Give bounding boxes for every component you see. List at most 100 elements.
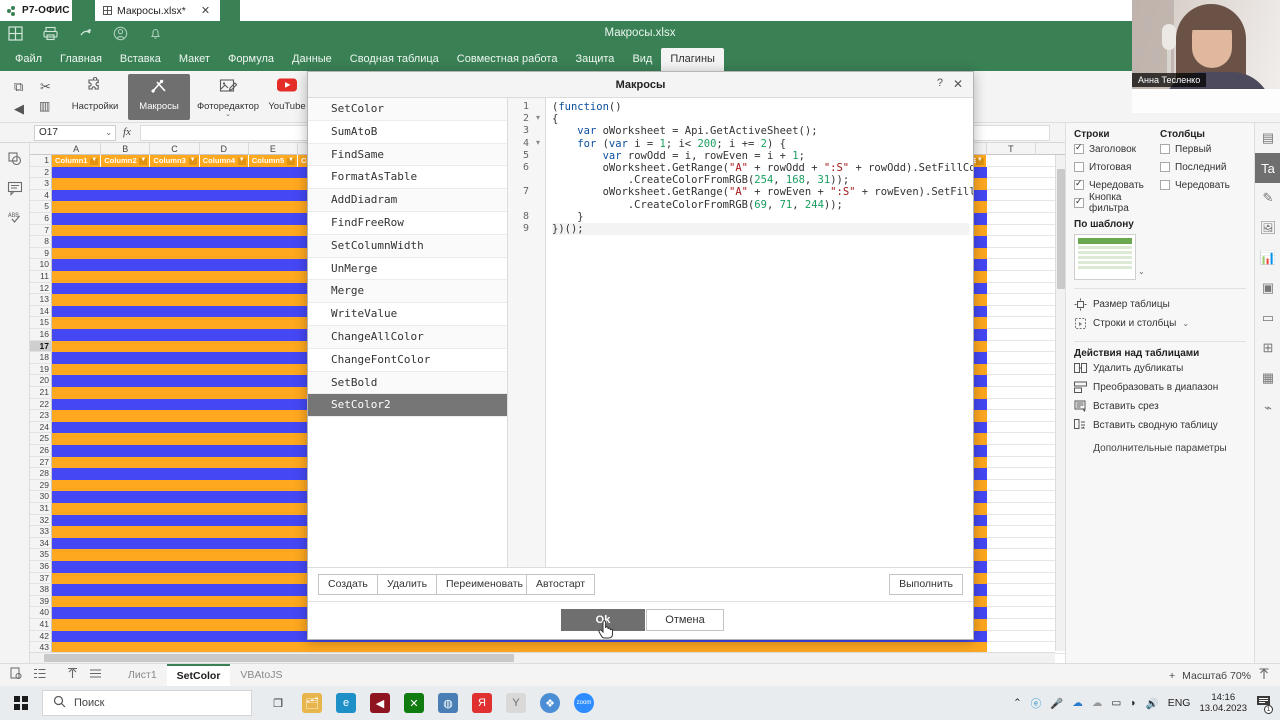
ok-button[interactable]: Ok [561,609,645,631]
row-header-7[interactable]: 7 [30,225,52,237]
filter-dropdown-icon[interactable]: ▼ [90,157,99,165]
row-header-34[interactable]: 34 [30,538,52,550]
fit-to-screen-icon[interactable] [1258,668,1270,683]
vertical-scrollbar[interactable] [1055,155,1065,651]
row-header-23[interactable]: 23 [30,410,52,422]
sparkline-icon[interactable]: ⌁ [1255,393,1280,423]
row-header-10[interactable]: 10 [30,259,52,271]
zoom-plus-icon[interactable]: + [1169,670,1175,682]
checkbox-icon[interactable] [1074,196,1084,208]
slicer-settings-icon[interactable]: ▦ [1255,363,1280,393]
checkbox-icon[interactable] [1074,162,1084,172]
row-header-33[interactable]: 33 [30,526,52,538]
table-header-cell[interactable]: Column4 ▼ [199,155,249,167]
menu-item-file[interactable]: Файл [6,49,51,71]
checkbox-row-header[interactable]: Заголовок [1074,140,1160,158]
row-header-14[interactable]: 14 [30,306,52,318]
table-settings-icon[interactable]: Ta [1255,153,1280,183]
chevron-down-icon[interactable]: ⌄ [1182,319,1189,328]
row-header-40[interactable]: 40 [30,607,52,619]
shape-settings-icon[interactable]: ▣ [1255,273,1280,303]
row-header-17[interactable]: 17 [30,340,52,353]
filter-dropdown-icon[interactable]: ▼ [139,157,148,165]
red-app-icon[interactable]: ◀ [370,693,390,713]
copy-icon[interactable]: ⧉ [14,79,23,95]
row-header-39[interactable]: 39 [30,596,52,608]
row-header-27[interactable]: 27 [30,457,52,469]
menu-item-formula[interactable]: Формула [219,49,283,71]
column-header-B[interactable]: B [101,143,151,155]
notifications-icon[interactable]: 1 [1256,695,1273,714]
row-header-38[interactable]: 38 [30,584,52,596]
row-header-19[interactable]: 19 [30,364,52,376]
checkbox-row-total[interactable]: Итоговая [1074,158,1160,176]
remove-duplicates-item[interactable]: Удалить дубликаты [1074,359,1246,378]
checkbox-icon[interactable] [1160,180,1170,190]
checkbox-icon[interactable] [1160,144,1170,154]
macro-list-item[interactable]: AddDiadram [308,189,507,212]
menu-item-pivot-table[interactable]: Сводная таблица [341,49,448,71]
onedrive-icon[interactable]: ☁ [1072,697,1083,709]
ribbon-button-settings[interactable]: Настройки [64,74,126,120]
checkbox-col-first[interactable]: Первый [1160,140,1246,158]
row-header-2[interactable]: 2 [30,167,52,179]
rows-columns-item[interactable]: Строки и столбцы ⌄ [1074,314,1246,333]
code-fold-icon[interactable]: ▾ [536,138,540,147]
run-macro-button[interactable]: Выполнить [889,574,963,595]
column-header-E[interactable]: E [249,143,298,155]
code-fold-icon[interactable]: ▾ [536,113,540,122]
filter-dropdown-icon[interactable]: ▼ [237,157,246,165]
menu-item-layout[interactable]: Макет [170,49,219,71]
zoom-icon[interactable]: zoom [574,693,594,713]
ribbon-button-photo-editor[interactable]: Фоторедактор ⌄ [192,74,264,120]
task-view-icon[interactable]: ❐ [268,693,288,713]
cloud-icon[interactable]: ☁ [1092,697,1103,709]
menu-item-insert[interactable]: Вставка [111,49,170,71]
vertical-scroll-thumb[interactable] [1057,169,1065,289]
table-header-cell[interactable]: Column2 ▼ [101,155,151,167]
macro-list-item[interactable]: SumAtoB [308,121,507,144]
row-header-18[interactable]: 18 [30,352,52,364]
insert-slicer-item[interactable]: Вставить срез [1074,397,1246,416]
close-icon[interactable]: ✕ [953,77,963,91]
macro-list-item[interactable]: FindSame [308,143,507,167]
macro-list-item[interactable]: FormatAsTable [308,166,507,190]
yandex-y-icon[interactable]: Y [506,693,526,713]
row-header-31[interactable]: 31 [30,503,52,515]
macro-list[interactable]: SetColor SumAtoB FindSame FormatAsTable AddD… [308,98,508,567]
row-header-24[interactable]: 24 [30,422,52,434]
menu-item-home[interactable]: Главная [51,49,111,71]
sheet-tab-list1[interactable]: Лист1 [118,664,167,687]
menu-item-view[interactable]: Вид [623,49,661,71]
filter-dropdown-icon[interactable]: ▼ [975,157,984,165]
macro-list-item[interactable]: Merge [308,280,507,304]
yandex-browser-icon[interactable]: Я [472,693,492,713]
wifi-icon[interactable]: ◗ [1130,697,1136,709]
row-header-4[interactable]: 4 [30,190,52,202]
code-editor[interactable]: 1 2 ▾ 3 4 ▾ 5 6 7 8 9 (function(){ var oWorksheet … [508,98,973,567]
fx-label[interactable]: fx [123,126,131,138]
xbox-icon[interactable]: ✕ [404,693,424,713]
insert-pivot-item[interactable]: Вставить сводную таблицу [1074,416,1246,435]
checkbox-icon[interactable] [1074,142,1084,154]
r7-office-icon[interactable]: ❖ [540,693,560,713]
chevron-down-icon[interactable]: ⌄ [1138,267,1145,280]
ribbon-button-macros[interactable]: Макросы [128,74,190,120]
macro-list-item[interactable]: SetColor [308,98,507,121]
template-preview[interactable] [1074,234,1136,280]
row-header-5[interactable]: 5 [30,201,52,213]
battery-icon[interactable]: ▭ [1111,697,1121,709]
macro-list-item[interactable]: ChangeFontColor [308,349,507,372]
row-header-20[interactable]: 20 [30,375,52,387]
horizontal-scrollbar[interactable] [30,652,1055,663]
document-tab[interactable]: Макросы.xlsx* ✕ [95,0,220,21]
close-icon[interactable]: ✕ [201,4,210,17]
collapse-arrow-icon[interactable]: ◀ [14,101,24,117]
table-header-cell[interactable]: Column1 ▼ [52,155,102,167]
macro-list-item[interactable]: SetColumnWidth [308,234,507,258]
filter-dropdown-icon[interactable]: ▼ [188,157,197,165]
macro-list-item[interactable]: WriteValue [308,303,507,326]
volume-icon[interactable]: 🔊 [1146,697,1159,710]
pivot-settings-icon[interactable]: ⊞ [1255,333,1280,363]
row-header-36[interactable]: 36 [30,561,52,573]
